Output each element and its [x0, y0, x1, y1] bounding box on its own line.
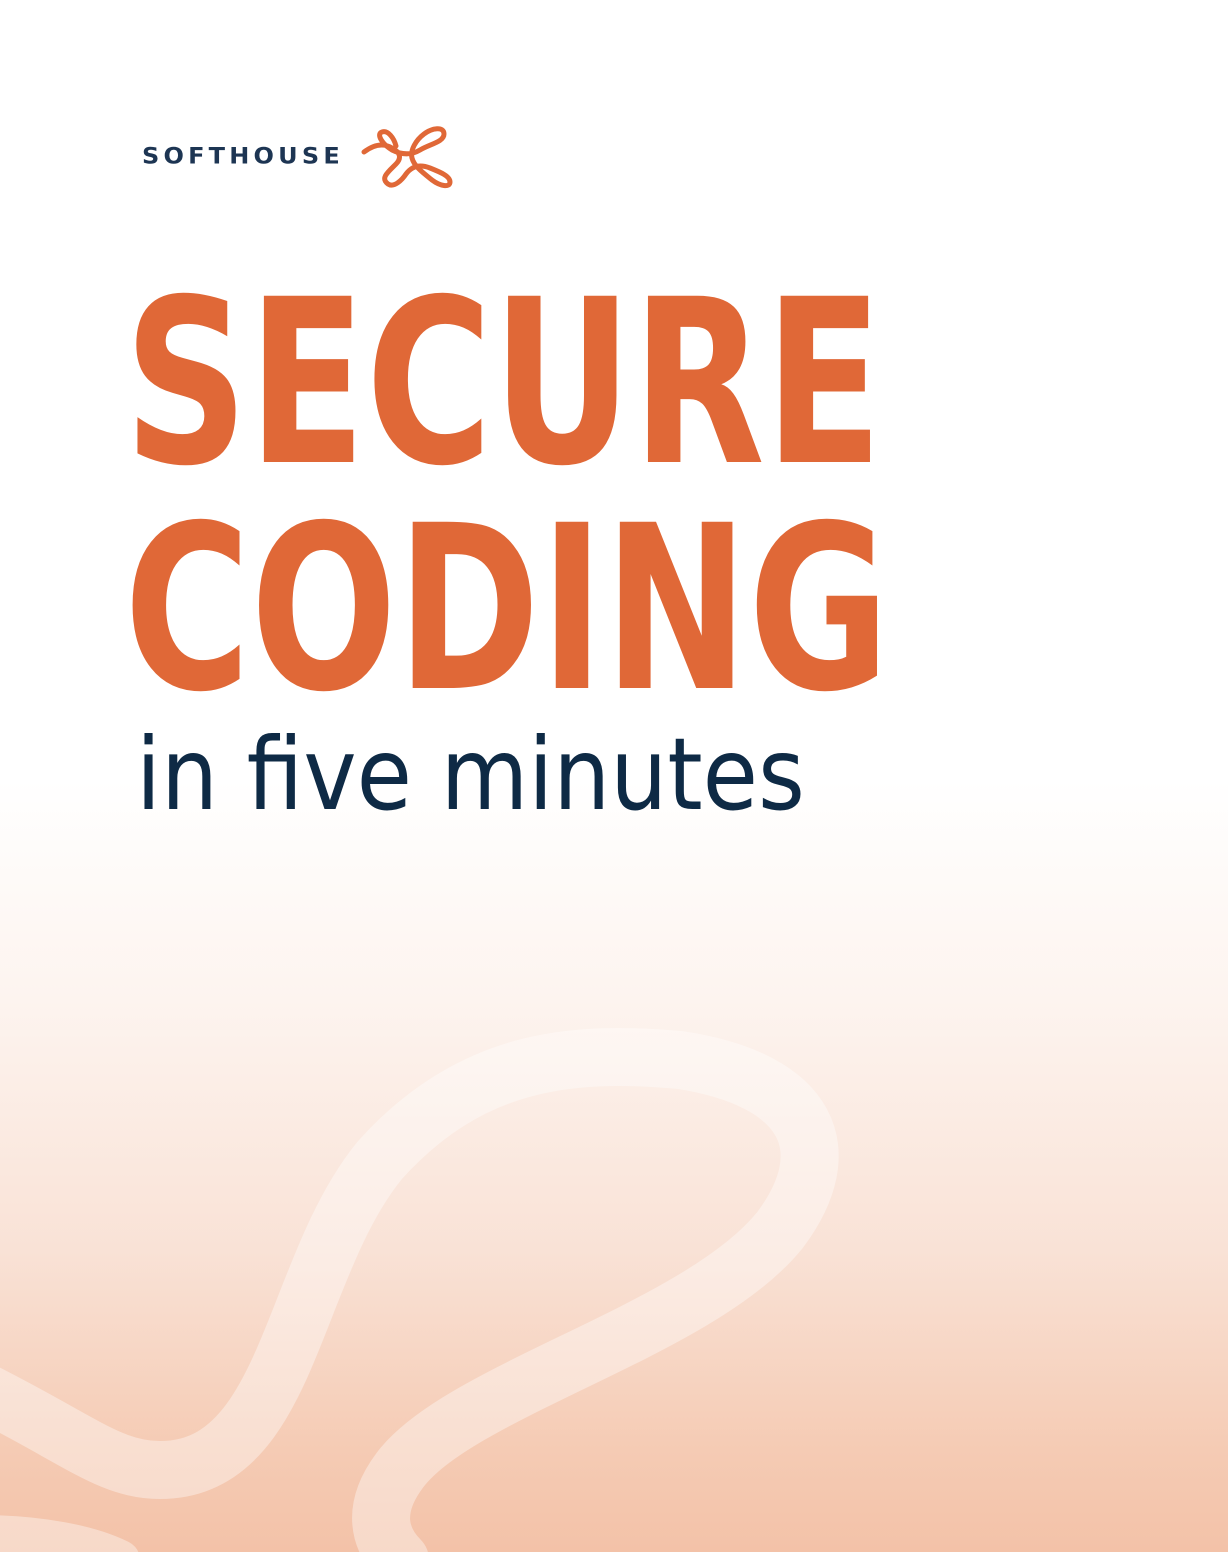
softhouse-swirl-icon	[361, 126, 453, 189]
cover-subtitle: in five minutes	[136, 716, 805, 833]
cover-page: SOFTHOUSE SECURE CODING in five minutes	[0, 0, 1228, 1552]
title-line-coding: CODING	[124, 476, 890, 742]
cover-title: SECURE CODING	[124, 250, 890, 742]
title-line-secure: SECURE	[124, 250, 883, 516]
brand-name: SOFTHOUSE	[142, 143, 344, 169]
brand-logo: SOFTHOUSE	[142, 120, 454, 192]
